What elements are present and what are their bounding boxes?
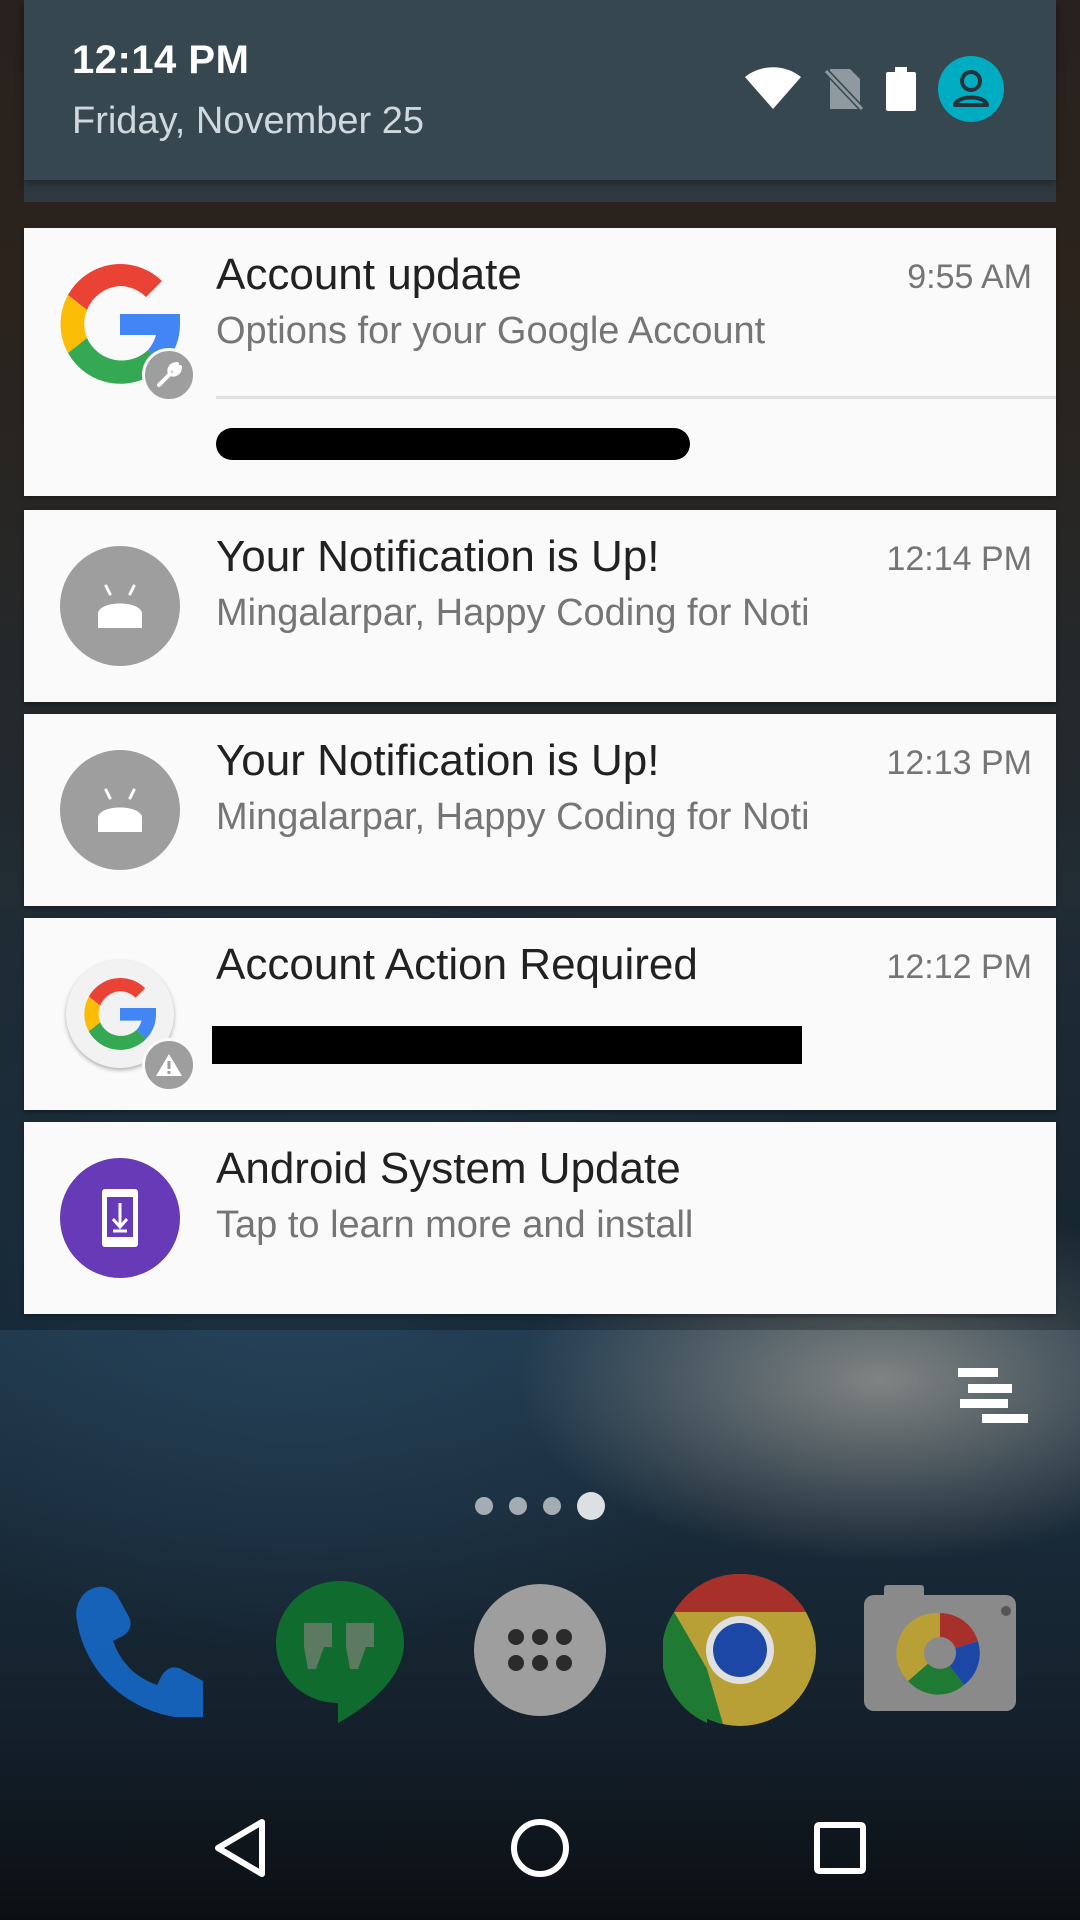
no-sim-icon xyxy=(824,67,864,111)
notification-card-system-update[interactable]: Android System Update Tap to learn more … xyxy=(24,1122,1056,1314)
account-avatar-icon[interactable] xyxy=(938,56,1004,122)
warning-icon xyxy=(142,1038,196,1092)
notification-title: Android System Update xyxy=(216,1144,681,1193)
recents-icon[interactable] xyxy=(760,1776,920,1920)
notification-time: 12:12 PM xyxy=(886,948,1032,986)
page-dot xyxy=(475,1497,493,1515)
clear-all-icon[interactable] xyxy=(958,1368,1028,1424)
notification-text: Options for your Google Account xyxy=(216,310,766,352)
notification-card-account-action[interactable]: Account Action Required 12:12 PM xyxy=(24,918,1056,1110)
dock xyxy=(0,1570,1080,1730)
navigation-bar xyxy=(0,1776,1080,1920)
notification-title: Your Notification is Up! xyxy=(216,736,660,785)
android-icon xyxy=(60,750,180,870)
notification-text: Mingalarpar, Happy Coding for Noti xyxy=(216,796,810,838)
app-drawer-icon[interactable] xyxy=(460,1570,620,1730)
quick-settings-header[interactable]: 12:14 PM Friday, November 25 xyxy=(24,0,1056,180)
phone-icon[interactable] xyxy=(60,1570,220,1730)
date-label[interactable]: Friday, November 25 xyxy=(72,100,424,143)
redacted-content xyxy=(212,1026,802,1064)
status-icons xyxy=(744,56,1004,122)
notification-card[interactable]: Your Notification is Up! 12:14 PM Mingal… xyxy=(24,510,1056,702)
notification-title: Account Action Required xyxy=(216,940,698,989)
page-dot xyxy=(509,1497,527,1515)
home-icon[interactable] xyxy=(460,1776,620,1920)
notification-card[interactable]: Your Notification is Up! 12:13 PM Mingal… xyxy=(24,714,1056,906)
notification-card-account-update[interactable]: Account update 9:55 AM Options for your … xyxy=(24,228,1056,496)
divider xyxy=(216,396,1056,399)
redacted-content xyxy=(216,428,690,460)
notification-time: 9:55 AM xyxy=(907,258,1032,296)
clock-time[interactable]: 12:14 PM xyxy=(72,38,249,83)
notification-title: Account update xyxy=(216,250,522,299)
notification-text: Tap to learn more and install xyxy=(216,1204,694,1246)
hangouts-icon[interactable] xyxy=(260,1570,420,1730)
battery-icon xyxy=(886,67,916,111)
notification-time: 12:14 PM xyxy=(886,540,1032,578)
wifi-icon xyxy=(744,67,802,111)
google-g-icon xyxy=(60,954,196,1092)
chrome-icon[interactable] xyxy=(660,1570,820,1730)
notification-text: Mingalarpar, Happy Coding for Noti xyxy=(216,592,810,634)
back-icon[interactable] xyxy=(160,1776,320,1920)
google-g-icon xyxy=(60,263,196,402)
system-update-icon xyxy=(60,1158,180,1278)
notification-title: Your Notification is Up! xyxy=(216,532,660,581)
camera-icon[interactable] xyxy=(860,1570,1020,1730)
wrench-icon xyxy=(142,348,196,402)
header-shadow-strip xyxy=(24,180,1056,202)
page-dot-active xyxy=(577,1492,605,1520)
android-icon xyxy=(60,546,180,666)
page-dot xyxy=(543,1497,561,1515)
page-indicator xyxy=(0,1492,1080,1520)
notification-time: 12:13 PM xyxy=(886,744,1032,782)
